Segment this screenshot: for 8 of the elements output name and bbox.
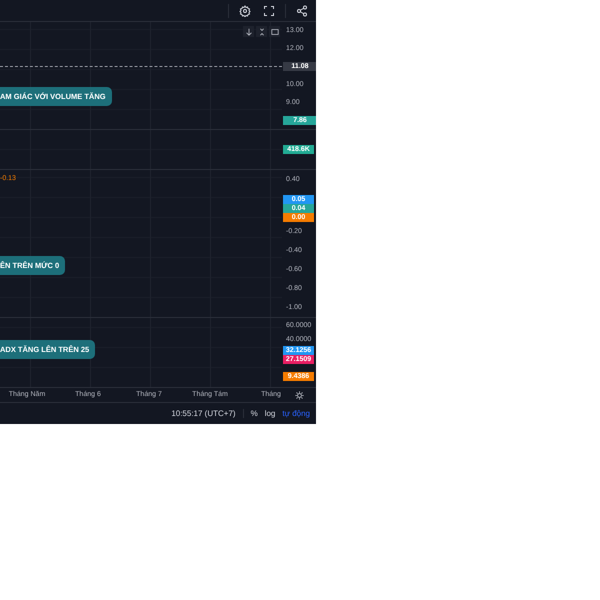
scale-option[interactable]: % [250,409,258,418]
collapse-icon[interactable] [256,26,267,37]
move-down-icon[interactable] [243,26,254,37]
maximize-icon[interactable] [269,26,280,37]
scale-option[interactable]: tự động [282,409,310,418]
scale-option[interactable]: log [264,409,276,418]
share-icon[interactable] [294,2,310,18]
clock-time: 10:55:17 (UTC+7) [171,409,244,418]
